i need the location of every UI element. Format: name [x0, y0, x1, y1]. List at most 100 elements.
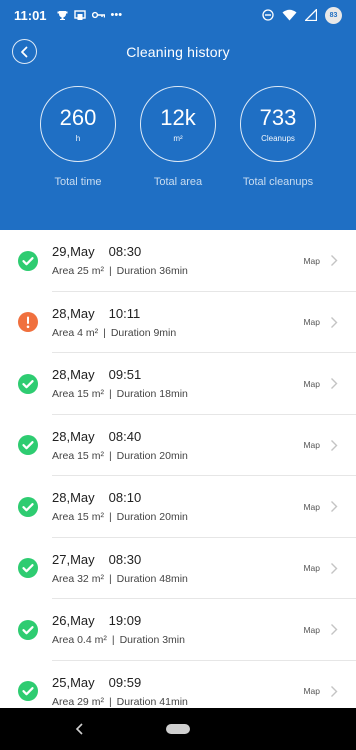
- key-icon: [91, 11, 105, 19]
- history-row[interactable]: 28,May 08:40 Area 15 m² | Duration 20min Ma…: [0, 415, 356, 477]
- stat-value: 733: [259, 104, 297, 130]
- stat-value: 260: [59, 104, 97, 130]
- row-area: Area 15 m²: [52, 511, 104, 524]
- status-time: 11:01: [14, 7, 47, 23]
- row-duration: Duration 3min: [119, 634, 185, 647]
- separator: |: [108, 388, 112, 401]
- row-date: 26,May: [52, 613, 95, 629]
- separator: |: [108, 265, 112, 278]
- stat-label: Total cleanups: [242, 176, 314, 188]
- row-duration: Duration 20min: [116, 511, 188, 524]
- battery-icon: 83: [325, 6, 342, 24]
- row-date: 25,May: [52, 674, 95, 690]
- check-icon: [18, 558, 38, 579]
- stat-total-area: 12k m² Total area: [128, 86, 228, 188]
- stat-circle: 733 Cleanups: [240, 86, 316, 162]
- row-duration: Duration 41min: [116, 695, 188, 708]
- title-row: Cleaning history: [0, 36, 356, 68]
- signal-icon: [305, 9, 317, 21]
- history-row[interactable]: 26,May 19:09 Area 0.4 m² | Duration 3min Ma…: [0, 599, 356, 661]
- header: 11:01 ••• 83 Cleaning history 260 h Tota…: [0, 0, 356, 230]
- row-time: 09:51: [108, 367, 142, 383]
- history-row[interactable]: 28,May 08:10 Area 15 m² | Duration 20min Ma…: [0, 476, 356, 538]
- chevron-left-icon: [21, 46, 28, 57]
- history-row[interactable]: 28,May 10:11 Area 4 m² | Duration 9min Map: [0, 292, 356, 354]
- row-duration: Duration 36min: [116, 265, 188, 278]
- separator: |: [111, 634, 115, 647]
- row-duration: Duration 18min: [116, 388, 188, 401]
- row-area: Area 29 m²: [52, 695, 104, 708]
- stat-unit: h: [75, 133, 81, 143]
- stat-label: Total time: [54, 176, 102, 188]
- history-row[interactable]: 25,May 09:59 Area 29 m² | Duration 41min Ma…: [0, 661, 356, 709]
- map-link[interactable]: Map: [303, 625, 320, 635]
- back-button[interactable]: [12, 39, 37, 64]
- check-icon: [18, 435, 38, 456]
- history-row[interactable]: 28,May 09:51 Area 15 m² | Duration 18min Ma…: [0, 353, 356, 415]
- chevron-right-icon: [330, 254, 340, 268]
- row-date: 27,May: [52, 551, 95, 567]
- chevron-right-icon: [330, 623, 340, 637]
- row-time: 08:30: [108, 244, 142, 260]
- separator: |: [108, 449, 112, 462]
- history-row[interactable]: 29,May 08:30 Area 25 m² | Duration 36min Ma…: [0, 230, 356, 292]
- history-row[interactable]: 27,May 08:30 Area 32 m² | Duration 48min Ma…: [0, 538, 356, 600]
- separator: |: [108, 695, 112, 708]
- separator: |: [108, 511, 112, 524]
- chevron-right-icon: [330, 377, 340, 391]
- row-date: 28,May: [52, 490, 95, 506]
- chevron-right-icon: [330, 315, 340, 329]
- row-time: 08:30: [108, 551, 142, 567]
- row-area: Area 4 m²: [52, 326, 99, 339]
- stat-unit: Cleanups: [261, 133, 295, 143]
- map-link[interactable]: Map: [303, 502, 320, 512]
- check-icon: [18, 681, 38, 702]
- chevron-right-icon: [330, 500, 340, 514]
- warning-icon: [18, 312, 38, 333]
- dnd-icon: [262, 9, 274, 21]
- row-time: 09:59: [108, 674, 142, 690]
- check-icon: [18, 496, 38, 517]
- row-area: Area 32 m²: [52, 572, 104, 585]
- separator: |: [108, 572, 112, 585]
- row-duration: Duration 9min: [110, 326, 177, 339]
- chevron-right-icon: [330, 438, 340, 452]
- row-date: 28,May: [52, 367, 95, 383]
- row-date: 28,May: [52, 428, 95, 444]
- trophy-icon: [57, 10, 68, 21]
- cast-icon: [73, 10, 86, 20]
- stats-summary: 260 h Total time 12k m² Total area 733 C…: [0, 86, 356, 188]
- check-icon: [18, 373, 38, 394]
- map-link[interactable]: Map: [303, 563, 320, 573]
- row-area: Area 15 m²: [52, 449, 104, 462]
- stat-value: 12k: [160, 104, 196, 130]
- stat-total-cleanups: 733 Cleanups Total cleanups: [228, 86, 328, 188]
- stat-label: Total area: [153, 176, 203, 188]
- map-link[interactable]: Map: [303, 379, 320, 389]
- system-nav-bar: [0, 708, 356, 750]
- row-date: 29,May: [52, 244, 95, 260]
- nav-home-pill[interactable]: [166, 724, 190, 734]
- separator: |: [103, 326, 106, 339]
- map-link[interactable]: Map: [303, 686, 320, 696]
- nav-back-icon[interactable]: [74, 722, 86, 736]
- row-area: Area 15 m²: [52, 388, 104, 401]
- row-time: 10:11: [108, 305, 141, 321]
- wifi-icon: [282, 9, 297, 21]
- row-duration: Duration 48min: [116, 572, 188, 585]
- stat-unit: m²: [173, 133, 183, 143]
- row-duration: Duration 20min: [116, 449, 188, 462]
- more-dots: •••: [110, 9, 123, 21]
- map-link[interactable]: Map: [303, 317, 320, 327]
- history-list[interactable]: 29,May 08:30 Area 25 m² | Duration 36min Ma…: [0, 230, 356, 708]
- check-icon: [18, 619, 38, 640]
- stat-circle: 12k m²: [140, 86, 216, 162]
- status-bar: 11:01 ••• 83: [0, 0, 356, 30]
- row-area: Area 25 m²: [52, 265, 104, 278]
- check-icon: [18, 250, 38, 271]
- map-link[interactable]: Map: [303, 440, 320, 450]
- chevron-right-icon: [330, 561, 340, 575]
- map-link[interactable]: Map: [303, 256, 320, 266]
- stat-total-time: 260 h Total time: [28, 86, 128, 188]
- row-time: 08:40: [108, 428, 142, 444]
